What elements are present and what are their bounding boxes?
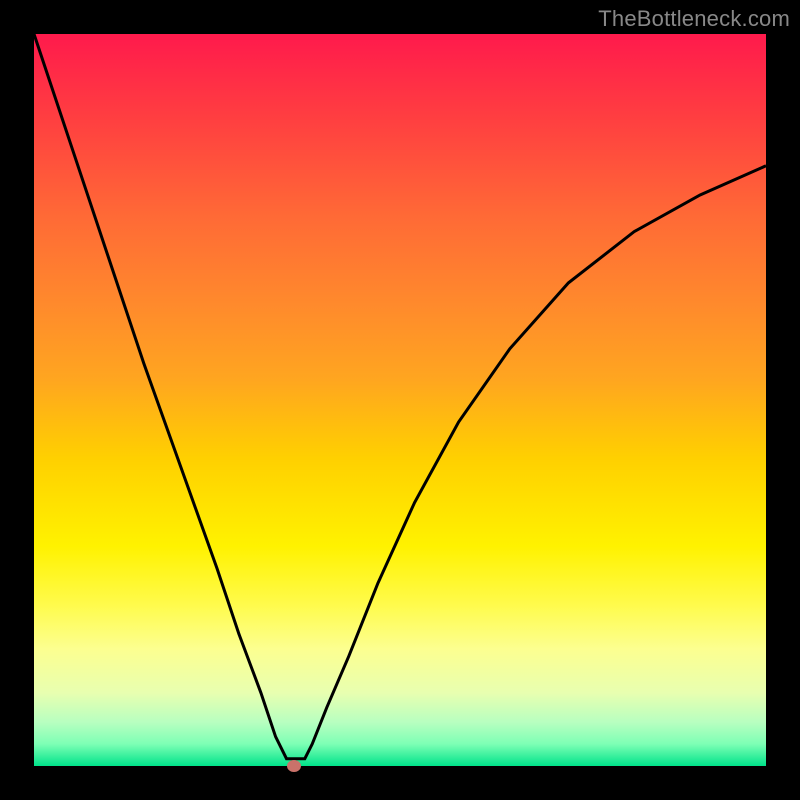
watermark-text: TheBottleneck.com (598, 6, 790, 32)
plot-area (34, 34, 766, 766)
optimal-point-marker (287, 760, 301, 772)
bottleneck-curve (34, 34, 766, 766)
chart-frame: TheBottleneck.com (0, 0, 800, 800)
